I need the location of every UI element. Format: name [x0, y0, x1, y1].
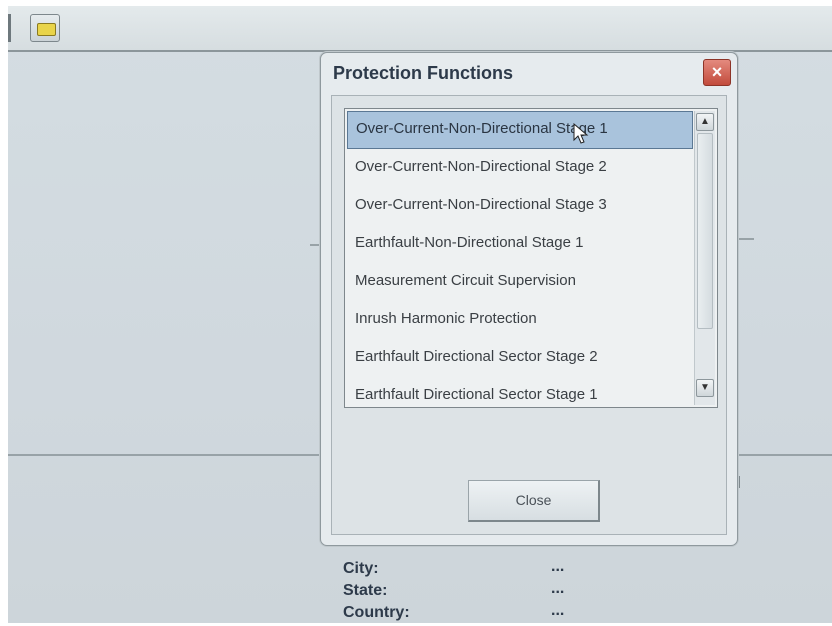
state-value: ...: [551, 580, 565, 597]
list-item[interactable]: Measurement Circuit Supervision: [347, 263, 693, 301]
scrollbar-thumb[interactable]: [697, 133, 713, 329]
protection-functions-list[interactable]: Over-Current-Non-Directional Stage 1 Ove…: [344, 108, 718, 408]
list-item[interactable]: Earthfault Directional Sector Stage 1: [347, 377, 693, 415]
background-tick: [738, 476, 740, 488]
mouse-pointer-icon: [573, 123, 589, 144]
info-row-state: State: ...: [343, 580, 583, 604]
list-scrollbar[interactable]: ▲ ▼: [694, 111, 715, 405]
list-items: Over-Current-Non-Directional Stage 1 Ove…: [347, 111, 693, 415]
city-label: City:: [343, 560, 379, 577]
toolbar-button[interactable]: [30, 14, 60, 42]
list-item[interactable]: Over-Current-Non-Directional Stage 2: [347, 149, 693, 187]
city-value: ...: [551, 558, 565, 575]
list-item[interactable]: Over-Current-Non-Directional Stage 1: [347, 111, 693, 149]
country-label: Country:: [343, 604, 410, 621]
location-info: City: ... State: ... Country: ...: [343, 558, 583, 626]
list-item[interactable]: Inrush Harmonic Protection: [347, 301, 693, 339]
dialog-body: Over-Current-Non-Directional Stage 1 Ove…: [331, 95, 727, 535]
scroll-up-icon[interactable]: ▲: [696, 113, 714, 131]
protection-functions-dialog: Protection Functions × Over-Current-Non-…: [320, 52, 738, 546]
list-item[interactable]: Earthfault Directional Sector Stage 2: [347, 339, 693, 377]
list-item[interactable]: Over-Current-Non-Directional Stage 3: [347, 187, 693, 225]
list-item[interactable]: Earthfault-Non-Directional Stage 1: [347, 225, 693, 263]
yellow-chip-icon: [37, 23, 56, 36]
country-value: ...: [551, 602, 565, 619]
scroll-down-icon[interactable]: ▼: [696, 379, 714, 397]
dialog-title: Protection Functions: [333, 63, 513, 83]
state-label: State:: [343, 582, 388, 599]
info-row-city: City: ...: [343, 558, 583, 582]
toolbar-separator: [8, 14, 11, 42]
toolbar: [8, 6, 832, 52]
close-icon[interactable]: ×: [703, 59, 731, 86]
close-button[interactable]: Close: [468, 480, 600, 522]
